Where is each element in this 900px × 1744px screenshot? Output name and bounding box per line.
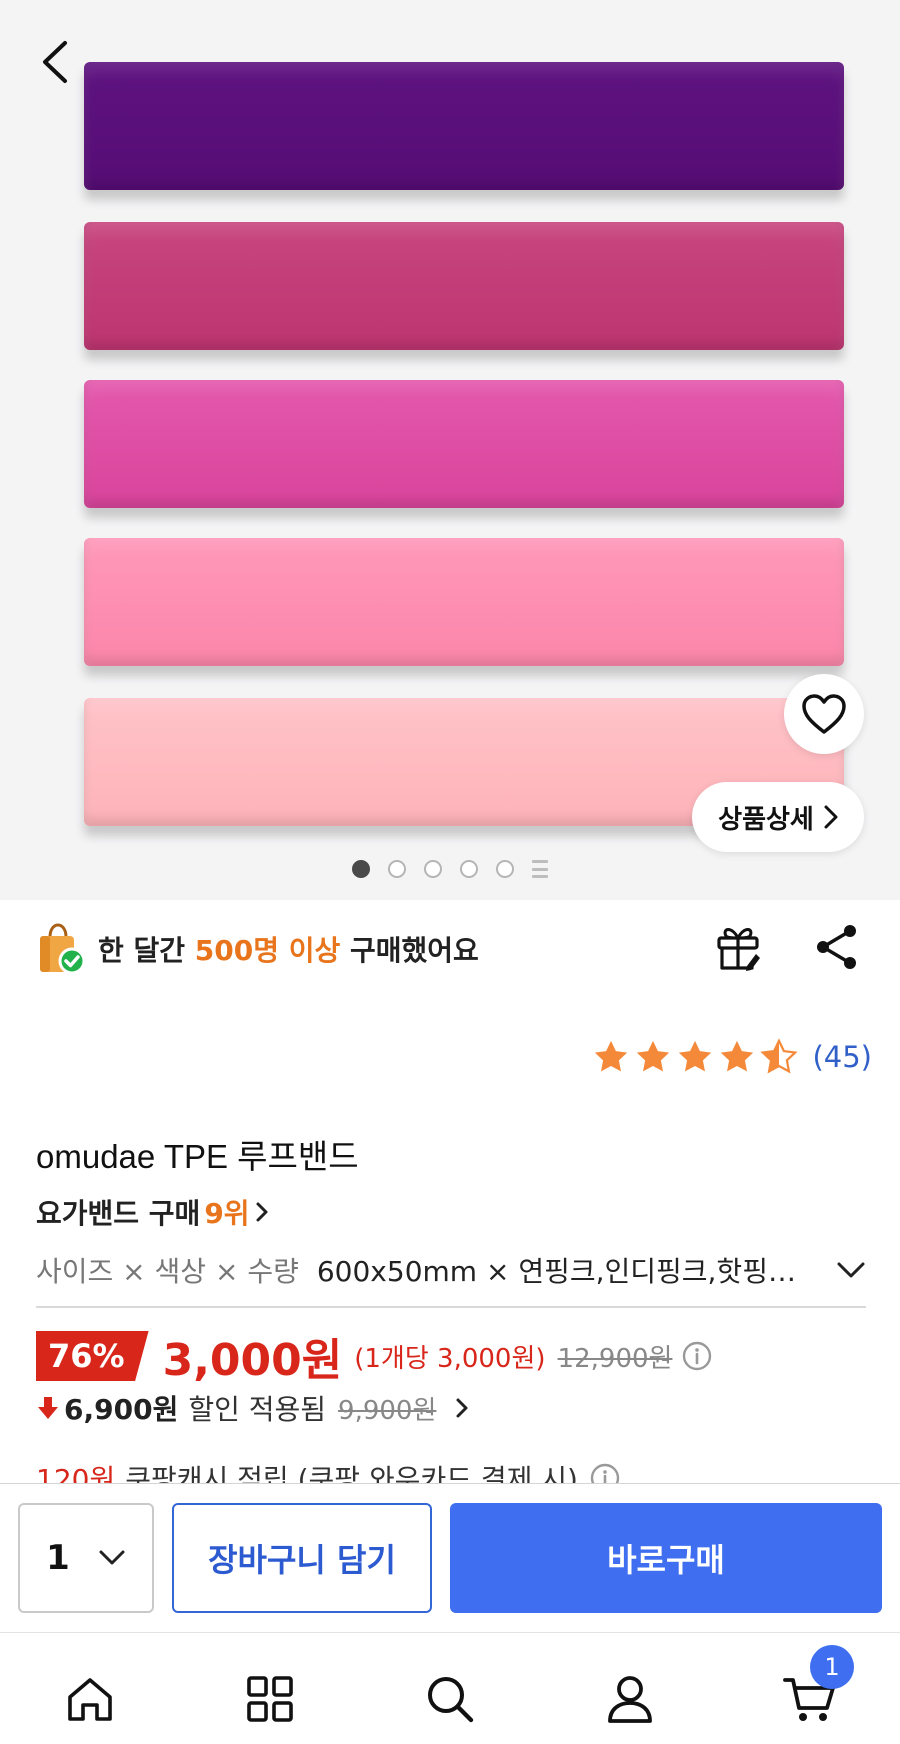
divider <box>36 1306 866 1308</box>
product-detail-button[interactable]: 상품상세 <box>692 782 864 852</box>
shopping-bag-check-icon <box>36 923 86 975</box>
option-value: 600x50mm × 연핑크,인디핑크,핫핑크,핑크,퍼플 × 1개 <box>316 1255 817 1288</box>
star-icon <box>721 1040 754 1072</box>
arrow-down-icon <box>38 1397 58 1419</box>
chevron-down-icon <box>99 1550 125 1565</box>
chevron-right-icon <box>456 1398 468 1418</box>
product-image-gallery[interactable]: 상품상세 <box>0 0 900 900</box>
product-title: omudae TPE 루프밴드 <box>36 1138 359 1175</box>
wishlist-button[interactable] <box>784 674 864 754</box>
star-icon <box>637 1040 670 1072</box>
band-hot-pink <box>84 380 844 508</box>
star-icon <box>595 1040 628 1072</box>
rank-label: 요가밴드 구매 <box>36 1197 201 1230</box>
pagination-dot[interactable] <box>424 860 442 878</box>
search-icon <box>428 1677 474 1723</box>
my-page-tab[interactable] <box>598 1667 662 1731</box>
price-row: 76% 3,000원 (1개당 3,000원) 12,900원 <box>36 1328 876 1386</box>
my-page-icon <box>608 1676 652 1723</box>
pagination-dot[interactable] <box>460 860 478 878</box>
option-label: 사이즈 × 색상 × 수량 <box>36 1255 299 1288</box>
cart-count-badge: 1 <box>810 1645 854 1689</box>
share-icon[interactable] <box>814 922 860 976</box>
pagination-more-icon[interactable] <box>532 860 548 878</box>
category-tab[interactable] <box>238 1667 302 1731</box>
discount-amount: 6,900원 <box>64 1393 179 1426</box>
product-detail-label: 상품상세 <box>718 804 814 835</box>
quantity-selector[interactable]: 1 <box>18 1503 154 1613</box>
heart-icon <box>802 694 846 734</box>
bottom-tab-bar: 1 <box>0 1632 900 1744</box>
band-indi-pink <box>84 222 844 350</box>
purchase-notice-prefix: 한 달간 <box>98 934 195 967</box>
discount-badge: 76% <box>36 1331 149 1381</box>
home-icon <box>68 1678 112 1721</box>
sale-price: 3,000원 <box>162 1335 343 1386</box>
quantity-value: 1 <box>46 1538 70 1578</box>
option-selector[interactable]: 사이즈 × 색상 × 수량 600x50mm × 연핑크,인디핑크,핫핑크,핑크… <box>36 1250 866 1290</box>
chevron-right-icon <box>824 805 838 829</box>
chevron-right-icon <box>256 1202 268 1222</box>
pagination-dot[interactable] <box>496 860 514 878</box>
discount-label: 할인 적용됨 <box>188 1393 327 1426</box>
category-icon <box>247 1676 293 1722</box>
unit-price: (1개당 3,000원) <box>354 1343 546 1374</box>
original-price: 12,900원 <box>557 1343 673 1374</box>
back-button[interactable] <box>34 38 74 86</box>
gift-icon[interactable] <box>716 922 762 976</box>
band-purple <box>84 62 844 190</box>
info-icon[interactable] <box>682 1341 712 1371</box>
half-star-icon <box>760 1038 799 1074</box>
discount-before-price: 9,900원 <box>338 1395 437 1426</box>
purchase-notice-suffix: 구매했어요 <box>340 934 479 967</box>
pagination-dot-active[interactable] <box>352 860 370 878</box>
review-count[interactable]: (45) <box>812 1040 872 1074</box>
product-rating[interactable]: (45) <box>592 1038 872 1076</box>
star-icon <box>679 1040 712 1072</box>
purchase-notice-text: 한 달간 500명 이상 구매했어요 <box>98 929 479 969</box>
home-tab[interactable] <box>58 1667 122 1731</box>
gallery-pagination <box>0 860 900 878</box>
discount-applied-row[interactable]: 6,900원 할인 적용됨 9,900원 <box>36 1386 474 1430</box>
purchase-count-highlight: 500명 이상 <box>194 934 341 967</box>
category-rank-link[interactable]: 요가밴드 구매 9위 <box>36 1192 270 1232</box>
band-pink <box>84 538 844 666</box>
search-tab[interactable] <box>418 1667 482 1731</box>
add-to-cart-button[interactable]: 장바구니 담기 <box>172 1503 432 1613</box>
chevron-down-icon <box>837 1262 865 1278</box>
buy-now-button[interactable]: 바로구매 <box>450 1503 882 1613</box>
purchase-action-bar: 1 장바구니 담기 바로구매 <box>0 1483 900 1631</box>
chevron-left-icon <box>43 41 67 83</box>
rank-number: 9위 <box>204 1197 250 1230</box>
cart-tab[interactable]: 1 <box>778 1645 854 1731</box>
pagination-dot[interactable] <box>388 860 406 878</box>
